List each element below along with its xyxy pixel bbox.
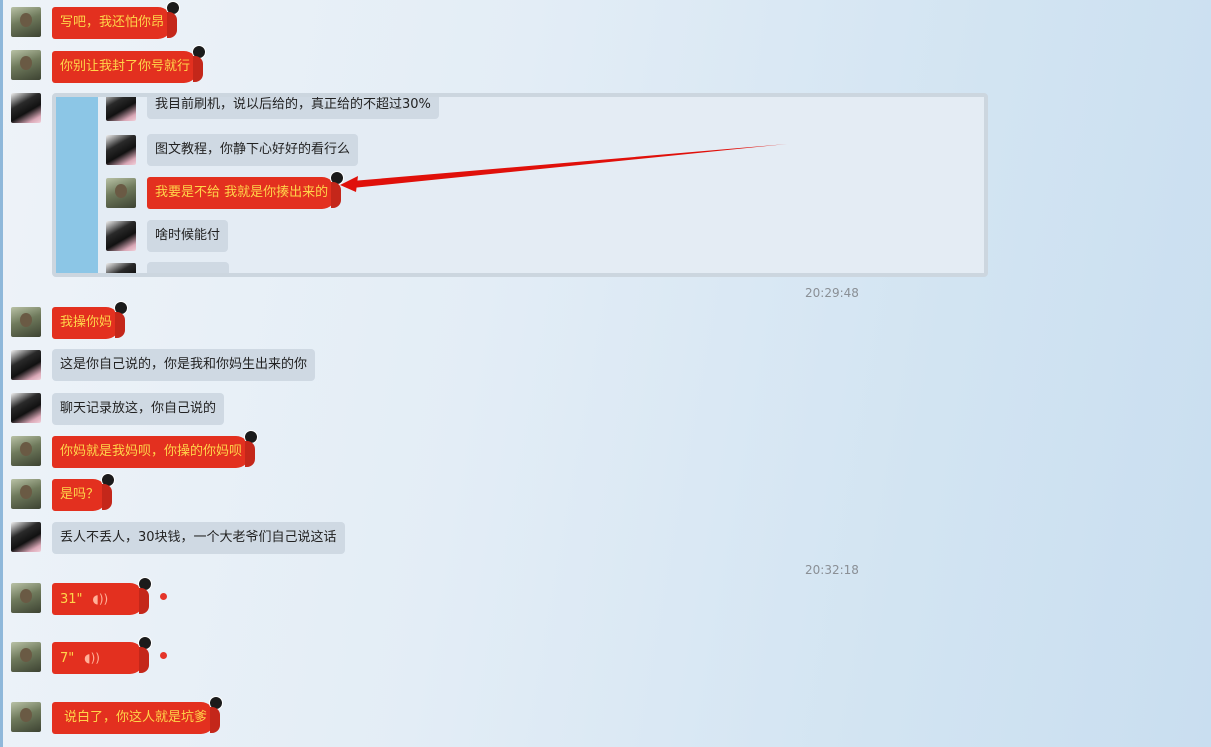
my-message-bubble[interactable]: 你妈就是我妈呗，你操的你妈呗 — [52, 430, 259, 468]
voice-wave-icon: ◖)) — [92, 592, 109, 606]
avatar[interactable] — [11, 307, 41, 337]
message-text: 写吧，我还怕你昂 — [60, 15, 165, 30]
my-message-bubble[interactable]: 你别让我封了你号就行 — [52, 45, 207, 83]
message-text: 我要是不给 我就是你揍出来的 — [155, 185, 329, 200]
bubble-decoration-icon — [112, 301, 129, 339]
my-message-bubble[interactable]: 我操你妈 — [52, 301, 129, 339]
message-text: 啥时候能付 — [155, 228, 221, 243]
message-text: 你别让我封了你号就行 — [60, 59, 191, 74]
bubble-decoration-icon — [207, 696, 224, 734]
bubble-decoration-icon — [99, 473, 116, 511]
avatar[interactable] — [11, 436, 41, 466]
message-text: 我操你妈 — [60, 315, 113, 330]
timestamp: 20:32:18 — [805, 563, 859, 577]
voice-duration: 7" — [60, 651, 75, 666]
quoted-image-sidebar — [56, 97, 98, 273]
avatar[interactable] — [11, 522, 41, 552]
avatar — [106, 97, 136, 121]
quoted-message: 啥时候能付 — [147, 220, 229, 252]
bubble-decoration-icon — [190, 45, 207, 83]
quoted-message: 我目前刷机，说以后给的，真正给的不超过30% — [147, 97, 439, 119]
message-text: 是吗？ — [60, 487, 100, 502]
message-text: 丢人不丢人，30块钱，一个大老爷们自己说这话 — [60, 530, 337, 545]
avatar[interactable] — [11, 702, 41, 732]
other-message-bubble[interactable]: 这是你自己说的，你是我和你妈生出来的你 — [52, 349, 316, 381]
my-message-bubble[interactable]: 写吧，我还怕你昂 — [52, 1, 181, 39]
avatar[interactable] — [11, 479, 41, 509]
avatar — [106, 178, 136, 208]
avatar[interactable] — [11, 642, 41, 672]
voice-message-bubble[interactable]: 31" ◖)) — [52, 577, 152, 615]
bubble-decoration-icon — [164, 1, 181, 39]
avatar[interactable] — [11, 50, 41, 80]
voice-message-bubble[interactable]: 7" ◖)) — [52, 636, 152, 674]
bubble-decoration-icon — [328, 171, 345, 209]
avatar[interactable] — [11, 7, 41, 37]
bubble-decoration-icon — [136, 636, 152, 674]
my-message-bubble[interactable]: 是吗？ — [52, 473, 116, 511]
other-message-bubble[interactable]: 聊天记录放这，你自己说的 — [52, 393, 225, 425]
left-border — [0, 0, 3, 747]
avatar[interactable] — [11, 93, 41, 123]
bubble-decoration-icon — [136, 577, 152, 615]
avatar[interactable] — [11, 350, 41, 380]
quoted-message-cut — [147, 262, 229, 273]
message-text: 你妈就是我妈呗，你操的你妈呗 — [60, 444, 243, 459]
quoted-message: 图文教程，你静下心好好的看行么 — [147, 134, 359, 166]
message-text: 这是你自己说的，你是我和你妈生出来的你 — [60, 357, 308, 372]
timestamp: 20:29:48 — [805, 286, 859, 300]
quoted-chat-image[interactable]: 我目前刷机，说以后给的，真正给的不超过30% 图文教程，你静下心好好的看行么 我… — [52, 93, 988, 277]
voice-duration: 31" — [60, 592, 83, 607]
quoted-my-message: 我要是不给 我就是你揍出来的 — [147, 171, 345, 209]
avatar — [106, 263, 136, 273]
bubble-decoration-icon — [242, 430, 259, 468]
my-message-bubble[interactable]: 说白了，你这人就是坑爹 — [52, 696, 224, 734]
avatar — [106, 135, 136, 165]
message-text: 说白了，你这人就是坑爹 — [64, 710, 208, 725]
message-text: 聊天记录放这，你自己说的 — [60, 401, 217, 416]
unread-dot — [160, 652, 167, 659]
avatar — [106, 221, 136, 251]
unread-dot — [160, 593, 167, 600]
message-text: 图文教程，你静下心好好的看行么 — [155, 142, 351, 157]
other-message-bubble[interactable]: 丢人不丢人，30块钱，一个大老爷们自己说这话 — [52, 522, 345, 554]
avatar[interactable] — [11, 393, 41, 423]
voice-wave-icon: ◖)) — [84, 651, 100, 665]
message-text: 我目前刷机，说以后给的，真正给的不超过30% — [155, 97, 431, 112]
avatar[interactable] — [11, 583, 41, 613]
